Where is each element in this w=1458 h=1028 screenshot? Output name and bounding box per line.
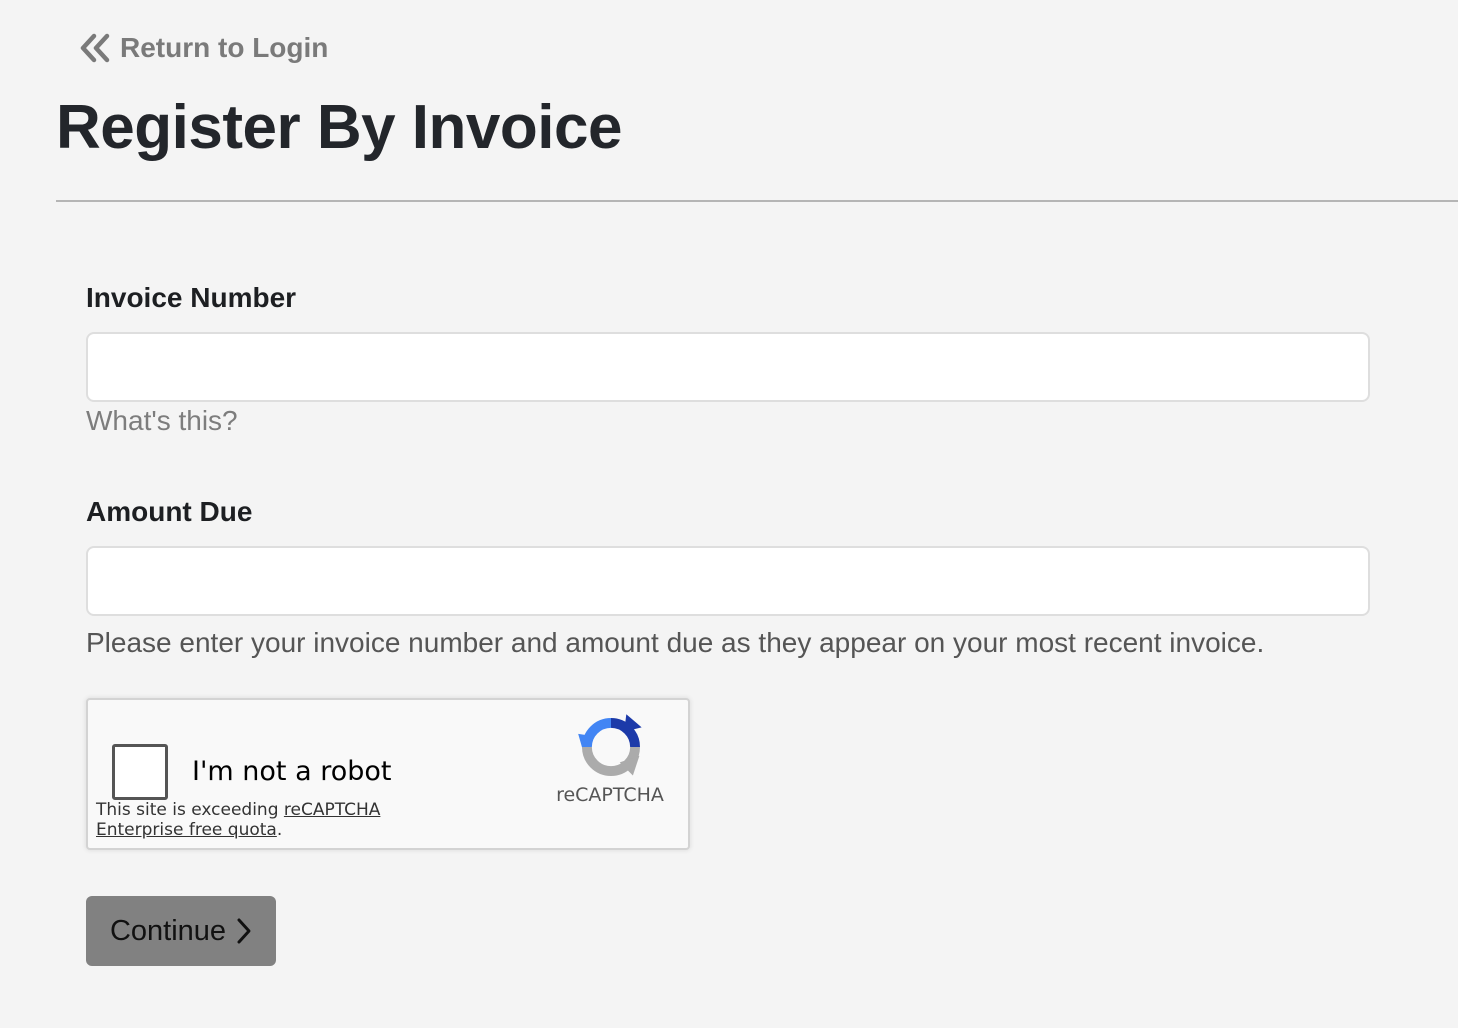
recaptcha-quota-warning: This site is exceeding reCAPTCHA Enterpr… bbox=[96, 800, 396, 840]
recaptcha-logo-icon bbox=[578, 714, 642, 776]
return-to-login-label: Return to Login bbox=[120, 32, 329, 63]
invoice-number-label: Invoice Number bbox=[86, 282, 297, 313]
recaptcha-label: I'm not a robot bbox=[192, 756, 392, 787]
return-to-login-link[interactable]: Return to Login bbox=[80, 30, 328, 66]
form-help-text: Please enter your invoice number and amo… bbox=[86, 627, 1265, 658]
recaptcha-warning-suffix: . bbox=[276, 820, 283, 840]
recaptcha-widget: I'm not a robot This site is exceeding r… bbox=[86, 698, 690, 850]
recaptcha-brand: reCAPTCHA bbox=[556, 784, 664, 806]
continue-button[interactable]: Continue bbox=[86, 896, 276, 966]
continue-label: Continue bbox=[109, 914, 227, 947]
recaptcha-checkbox[interactable] bbox=[112, 744, 168, 800]
whats-this-link[interactable]: What's this? bbox=[86, 405, 238, 437]
amount-due-input[interactable] bbox=[86, 546, 1370, 616]
double-chevron-left-icon bbox=[80, 33, 110, 63]
invoice-number-input[interactable] bbox=[86, 332, 1370, 402]
recaptcha-warning-prefix: This site is exceeding bbox=[96, 800, 284, 820]
header-divider bbox=[56, 200, 1458, 202]
register-by-invoice-page: Return to Login Register By Invoice Invo… bbox=[0, 0, 1458, 1028]
chevron-right-icon bbox=[237, 918, 251, 944]
page-title: Register By Invoice bbox=[56, 93, 622, 162]
amount-due-label: Amount Due bbox=[86, 496, 253, 527]
